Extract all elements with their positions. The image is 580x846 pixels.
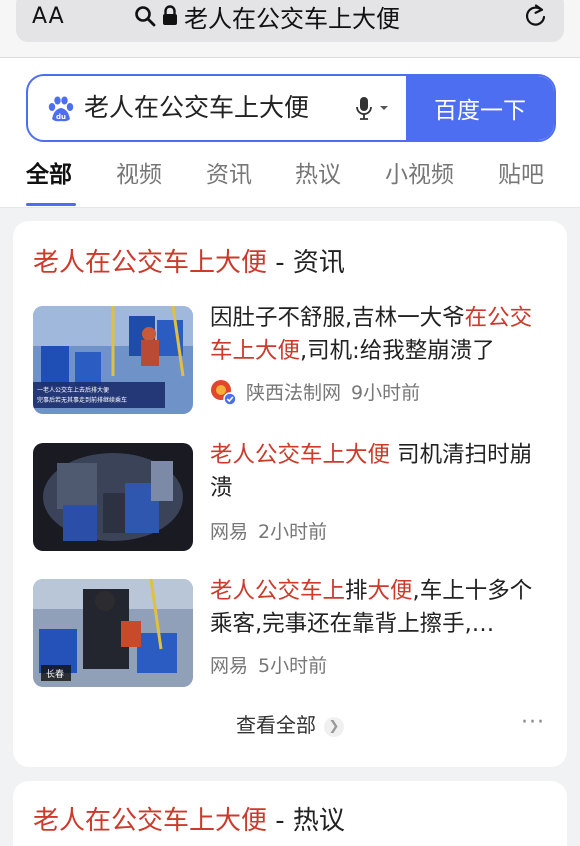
tab-video[interactable]: 视频: [116, 158, 162, 192]
news-item[interactable]: 老人公交车上大便 司机清扫时崩溃 网易 2小时前: [33, 442, 553, 551]
search-input[interactable]: 老人在公交车上大便: [84, 76, 309, 140]
lock-icon: [163, 5, 177, 25]
news-source: 网易: [210, 521, 249, 543]
baidu-paw-icon: du: [48, 96, 74, 122]
text-size-button[interactable]: AA: [32, 0, 65, 34]
news-thumbnail: 长春: [33, 579, 193, 687]
address-bar[interactable]: AA 老人在公交车上大便: [16, 0, 564, 42]
card-title-suffix: - 热议: [267, 806, 345, 836]
news-headline[interactable]: 老人公交车上排大便,车上十多个乘客,完事还在靠背上擦手,…: [210, 575, 553, 641]
thumb-caption-2: 完事后若无其事走到前排继续乘车: [37, 396, 127, 404]
chevron-right-icon: ❯: [324, 716, 344, 737]
discussion-card-title[interactable]: 老人在公交车上大便 - 热议: [33, 801, 345, 841]
tab-short-video[interactable]: 小视频: [385, 158, 454, 192]
search-tabs: 全部 视频 资讯 热议 小视频 贴吧: [0, 154, 580, 208]
thumb-caption-1: 一老人公交车上去后排大便: [37, 386, 109, 394]
news-card: 老人在公交车上大便 - 资讯 一老人公交车上去后排大便 完事后若无其事走到前排继…: [13, 221, 567, 767]
headline-keyword: 老人公交车上大便: [210, 442, 391, 468]
browser-address-area: AA 老人在公交车上大便: [0, 0, 580, 58]
news-thumbnail: [33, 443, 193, 551]
news-thumbnail: 一老人公交车上去后排大便 完事后若无其事走到前排继续乘车: [33, 306, 193, 414]
thumb-badge: 长春: [46, 668, 64, 680]
news-meta: 网易 2小时前: [210, 517, 327, 544]
news-time: 9小时前: [351, 382, 421, 404]
more-options-icon[interactable]: ···: [521, 711, 545, 735]
headline-keyword: 老人公交车上: [210, 578, 346, 604]
news-meta: 陕西法制网 9小时前: [210, 378, 421, 406]
news-card-title[interactable]: 老人在公交车上大便 - 资讯: [33, 243, 345, 283]
search-icon: [135, 6, 156, 27]
tab-tieba[interactable]: 贴吧: [498, 158, 544, 192]
news-meta: 网易 5小时前: [210, 651, 327, 678]
news-headline[interactable]: 老人公交车上大便 司机清扫时崩溃: [210, 439, 553, 505]
source-avatar-icon: [210, 379, 237, 406]
news-source: 网易: [210, 655, 249, 677]
search-box[interactable]: du 老人在公交车上大便 百度一下: [26, 74, 556, 142]
news-item[interactable]: 一老人公交车上去后排大便 完事后若无其事走到前排继续乘车 因肚子不舒服,吉林一大…: [33, 305, 553, 414]
headline-text: 因肚子不舒服,吉林一大爷: [210, 305, 465, 331]
news-source: 陕西法制网: [246, 382, 342, 404]
view-all-label: 查看全部: [236, 713, 316, 737]
tab-all[interactable]: 全部: [26, 158, 72, 192]
news-time: 5小时前: [258, 655, 328, 677]
microphone-icon[interactable]: [354, 96, 394, 122]
address-text: 老人在公交车上大便: [184, 4, 400, 33]
svg-text:du: du: [56, 113, 66, 121]
news-headline[interactable]: 因肚子不舒服,吉林一大爷在公交车上大便,司机:给我整崩溃了: [210, 302, 553, 368]
card-title-keyword: 老人在公交车上大便: [33, 806, 268, 836]
view-all-link[interactable]: 查看全部 ❯: [13, 710, 567, 740]
search-button[interactable]: 百度一下: [406, 76, 554, 140]
discussion-card: 老人在公交车上大便 - 热议: [13, 781, 567, 846]
card-title-suffix: - 资讯: [267, 248, 345, 278]
card-title-keyword: 老人在公交车上大便: [33, 248, 268, 278]
headline-text: 排: [345, 578, 368, 604]
tab-news[interactable]: 资讯: [206, 158, 252, 192]
search-header: du 老人在公交车上大便 百度一下 全部 视频 资讯 热议 小视频 贴吧: [0, 58, 580, 208]
reload-icon[interactable]: [522, 2, 550, 30]
tab-discussion[interactable]: 热议: [295, 158, 341, 192]
news-item[interactable]: 长春 老人公交车上排大便,车上十多个乘客,完事还在靠背上擦手,… 网易 5小时前: [33, 578, 553, 687]
news-time: 2小时前: [258, 521, 328, 543]
active-tab-indicator: [26, 203, 76, 206]
headline-text: ,司机:给我整崩溃了: [300, 338, 495, 364]
headline-keyword: 大便: [367, 578, 413, 604]
